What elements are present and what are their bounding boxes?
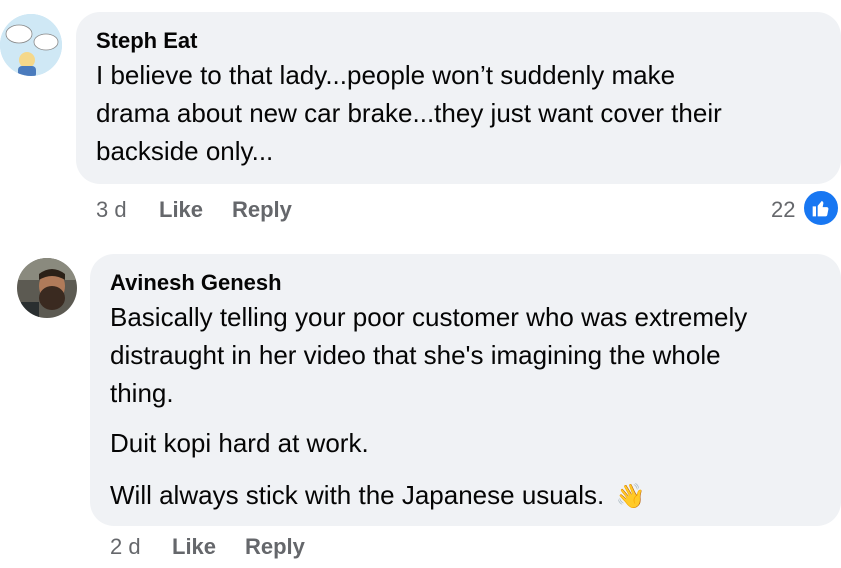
comment-author[interactable]: Steph Eat (96, 28, 197, 54)
like-button[interactable]: Like (172, 534, 216, 560)
snoopy-avatar-icon (0, 14, 62, 76)
comment-text: Will always stick with the Japanese usua… (110, 480, 605, 510)
waving-hand-emoji: 👋 (615, 483, 646, 510)
like-reaction-icon[interactable] (802, 189, 840, 227)
reply-button[interactable]: Reply (245, 534, 305, 560)
comment-text-line: distraught in her video that she's imagi… (110, 340, 721, 370)
avatar[interactable] (0, 14, 62, 76)
avatar[interactable] (17, 258, 77, 318)
comment-text-line: I believe to that lady...people won’t su… (96, 60, 676, 90)
comment-text-line: Will always stick with the Japanese usua… (110, 476, 645, 516)
reaction-count[interactable]: 22 (771, 197, 795, 223)
comment-text-line: drama about new car brake...they just wa… (96, 98, 722, 128)
thumbs-up-icon (812, 200, 829, 217)
like-button[interactable]: Like (159, 197, 203, 223)
comment-timestamp[interactable]: 2 d (110, 534, 141, 560)
profile-photo-icon (17, 258, 77, 318)
comment-text-line: backside only... (96, 136, 274, 166)
comment-text-line: thing. (110, 378, 174, 408)
comment-author[interactable]: Avinesh Genesh (110, 270, 282, 296)
comment-text-line: Duit kopi hard at work. (110, 428, 369, 458)
comment-text-line: Basically telling your poor customer who… (110, 302, 748, 332)
reply-button[interactable]: Reply (232, 197, 292, 223)
comment-timestamp[interactable]: 3 d (96, 197, 127, 223)
